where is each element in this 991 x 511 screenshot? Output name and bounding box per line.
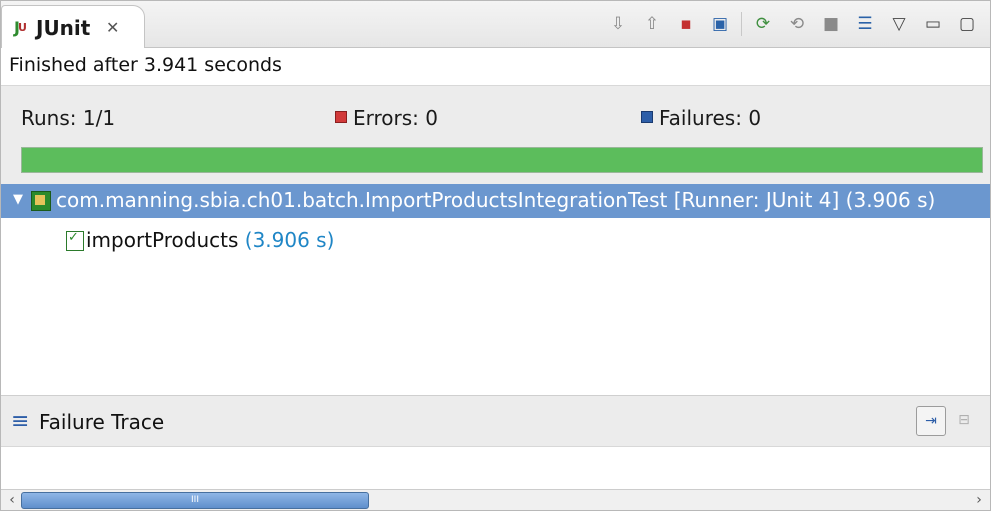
test-name: importProducts xyxy=(86,228,239,252)
test-duration: (3.906 s) xyxy=(244,228,335,252)
next-failure-icon[interactable]: ⇩ xyxy=(605,11,631,37)
expand-twisty-icon[interactable]: ▼ xyxy=(13,192,23,207)
tree-row-suite[interactable]: ▼ com.manning.sbia.ch01.batch.ImportProd… xyxy=(1,184,990,218)
tab-junit[interactable]: JU JUnit ✕ xyxy=(1,5,145,48)
test-suite-icon xyxy=(31,191,51,211)
previous-failure-icon[interactable]: ⇧ xyxy=(639,11,665,37)
test-label: importProducts (3.906 s) xyxy=(86,228,334,252)
progress-bar xyxy=(21,147,983,173)
failure-trace-title: Failure Trace xyxy=(39,410,165,434)
scroll-right-icon[interactable]: › xyxy=(970,491,988,509)
failure-icon xyxy=(641,111,653,123)
maximize-icon[interactable]: ▢ xyxy=(954,11,980,37)
stack-trace-icon: ≡ xyxy=(11,409,30,434)
scroll-left-icon[interactable]: ‹ xyxy=(3,491,21,509)
view-menu-icon[interactable]: ▽ xyxy=(886,11,912,37)
compare-result-button[interactable]: ⊟ xyxy=(950,406,978,434)
failures-label: Failures: xyxy=(659,106,742,130)
errors-label: Errors: xyxy=(353,106,419,130)
horizontal-scrollbar[interactable]: ‹ III › xyxy=(1,489,990,510)
runs-label: Runs: xyxy=(21,106,77,130)
toolbar-separator xyxy=(741,12,742,36)
error-icon xyxy=(335,111,347,123)
junit-view: JU JUnit ✕ ⇩ ⇧ ▪ ▣ ⟳ ⟲ ■ ☰ ▽ ▭ ▢ Finishe… xyxy=(0,0,991,511)
failure-trace-header: ≡ Failure Trace ⇥ ⊟ xyxy=(1,395,990,446)
failure-trace-body xyxy=(1,446,990,489)
run-status-text: Finished after 3.941 seconds xyxy=(9,54,282,76)
view-toolbar: ⇩ ⇧ ▪ ▣ ⟳ ⟲ ■ ☰ ▽ ▭ ▢ xyxy=(605,11,980,37)
test-passed-icon xyxy=(66,230,84,251)
errors-counter: Errors: 0 xyxy=(335,106,438,130)
filter-stack-trace-button[interactable]: ⇥ xyxy=(916,406,946,436)
stop-icon[interactable]: ■ xyxy=(818,11,844,37)
scrollbar-thumb[interactable]: III xyxy=(21,492,369,509)
junit-icon: JU xyxy=(14,18,27,37)
tab-strip: JU JUnit ✕ ⇩ ⇧ ▪ ▣ ⟳ ⟲ ■ ☰ ▽ ▭ ▢ xyxy=(1,1,990,48)
runs-counter: Runs: 1/1 xyxy=(21,106,115,130)
failures-value: 0 xyxy=(748,106,762,130)
failures-counter: Failures: 0 xyxy=(641,106,761,130)
show-failures-only-icon[interactable]: ▪ xyxy=(673,11,699,37)
test-history-icon[interactable]: ☰ xyxy=(852,11,878,37)
test-tree: ▼ com.manning.sbia.ch01.batch.ImportProd… xyxy=(1,184,990,394)
progress-bar-fill xyxy=(22,148,982,172)
rerun-test-icon[interactable]: ⟳ xyxy=(750,11,776,37)
runs-value: 1/1 xyxy=(82,106,116,130)
rerun-failed-first-icon[interactable]: ⟲ xyxy=(784,11,810,37)
close-icon[interactable]: ✕ xyxy=(106,18,119,37)
tab-title: JUnit xyxy=(36,16,91,40)
minimize-icon[interactable]: ▭ xyxy=(920,11,946,37)
scroll-lock-icon[interactable]: ▣ xyxy=(707,11,733,37)
suite-label: com.manning.sbia.ch01.batch.ImportProduc… xyxy=(56,188,936,212)
errors-value: 0 xyxy=(425,106,439,130)
